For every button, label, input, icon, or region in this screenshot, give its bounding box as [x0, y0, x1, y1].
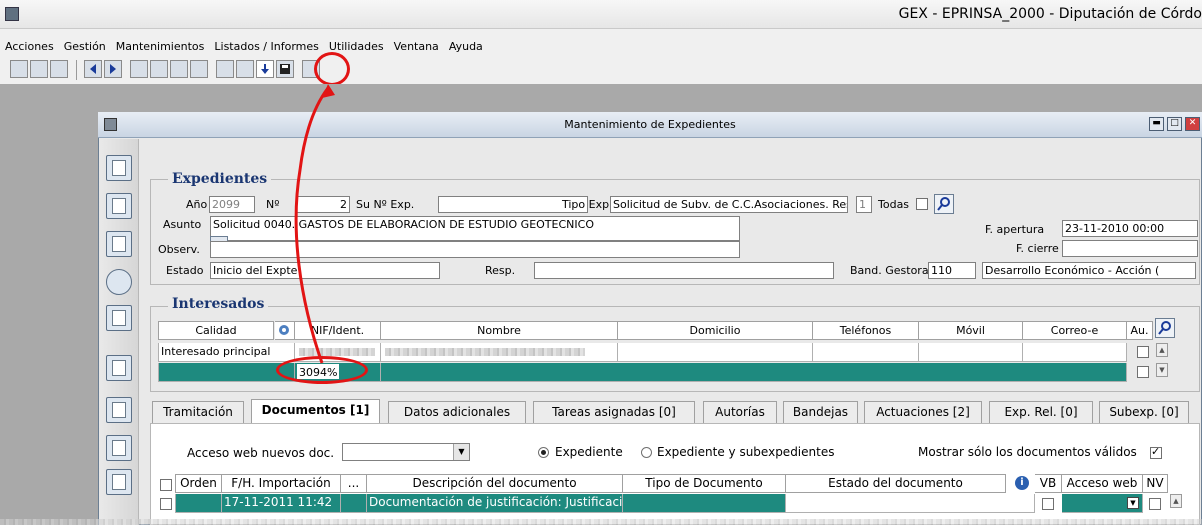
doc-row1-checkbox[interactable] — [160, 498, 172, 510]
acceso-web-dropdown-icon[interactable]: ▼ — [1127, 497, 1139, 509]
header-vb[interactable]: VB — [1035, 474, 1062, 493]
header-acceso-web[interactable]: Acceso web — [1062, 474, 1143, 493]
doc-cell-estado[interactable] — [786, 494, 1035, 513]
tab-documentos[interactable]: Documentos [1] — [251, 399, 380, 423]
radio-expediente-label: Expediente — [555, 445, 623, 459]
header-descripcion[interactable]: Descripción del documento — [367, 474, 623, 493]
doc-vb-checkbox[interactable] — [1042, 498, 1054, 510]
radio-subexpedientes-label: Expediente y subexpedientes — [657, 445, 835, 459]
doc-scroll-up-icon[interactable]: ▲ — [1170, 494, 1182, 508]
tab-autorias[interactable]: Autorías — [703, 401, 777, 423]
tab-actuaciones[interactable]: Actuaciones [2] — [864, 401, 982, 423]
tab-bandejas[interactable]: Bandejas — [783, 401, 858, 423]
partial-row-overlay — [0, 519, 1202, 525]
header-orden[interactable]: Orden — [175, 474, 222, 493]
select-all-checkbox[interactable] — [160, 479, 172, 491]
radio-subexpedientes[interactable] — [641, 447, 652, 458]
header-tipo-documento[interactable]: Tipo de Documento — [623, 474, 786, 493]
doc-cell-acceso-web[interactable]: ▼ — [1062, 494, 1143, 513]
doc-cell-tipo[interactable] — [623, 494, 786, 513]
radio-expediente[interactable] — [538, 447, 549, 458]
doc-nv-checkbox[interactable] — [1149, 498, 1161, 510]
mostrar-validos-label: Mostrar sólo los documentos válidos — [918, 445, 1137, 459]
header-estado-documento[interactable]: Estado del documento — [786, 474, 1006, 493]
info-icon[interactable]: i — [1015, 476, 1029, 490]
tab-subexp[interactable]: Subexp. [0] — [1099, 401, 1189, 423]
doc-cell-descripcion[interactable]: Documentación de justificación: Justific… — [367, 494, 623, 513]
header-fh-importacion[interactable]: F/H. Importación — [222, 474, 341, 493]
header-more[interactable]: ... — [341, 474, 367, 493]
acceso-web-label: Acceso web nuevos doc. — [187, 446, 335, 460]
doc-cell-orden[interactable] — [175, 494, 222, 513]
doc-cell-fecha[interactable]: 17-11-2011 11:42 — [222, 494, 341, 513]
tab-exp-rel[interactable]: Exp. Rel. [0] — [989, 401, 1093, 423]
acceso-web-select[interactable]: ▼ — [342, 443, 470, 461]
tab-tareas-asignadas[interactable]: Tareas asignadas [0] — [533, 401, 695, 423]
header-nv[interactable]: NV — [1143, 474, 1168, 493]
chevron-down-icon[interactable]: ▼ — [453, 444, 469, 460]
doc-cell-more[interactable] — [341, 494, 367, 513]
mostrar-validos-checkbox[interactable] — [1150, 445, 1162, 459]
tab-datos-adicionales[interactable]: Datos adicionales — [388, 401, 526, 423]
tab-tramitacion[interactable]: Tramitación — [152, 401, 244, 423]
